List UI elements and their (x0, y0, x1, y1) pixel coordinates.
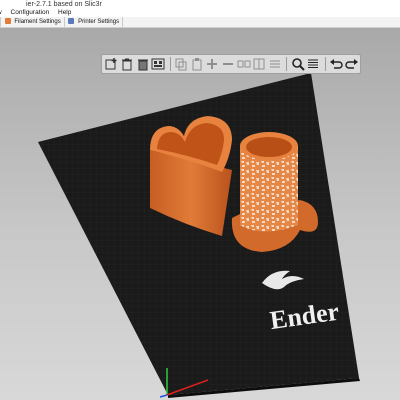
menu-item-configuration[interactable]: Configuration (11, 9, 50, 16)
tab-print-settings[interactable]: ings (0, 17, 2, 27)
layers-list-icon (308, 59, 319, 68)
arrange-button[interactable] (151, 56, 166, 72)
arrange-icon (151, 58, 165, 70)
split-objects-icon (237, 60, 251, 68)
window-title-bar: ier-2.7.1 based on Slic3r (0, 0, 400, 9)
3d-viewport[interactable]: Ender (0, 28, 400, 400)
add-object-button[interactable] (104, 56, 119, 72)
settings-tab-bar: ings Filament Settings Printer Settings (0, 17, 400, 28)
add-instance-button[interactable] (205, 56, 220, 72)
toolbar-separator (286, 57, 288, 71)
copy-icon (175, 58, 187, 71)
copy-button[interactable] (174, 56, 189, 72)
remove-instance-button[interactable] (221, 56, 236, 72)
cylinder-planter-inside (246, 137, 292, 157)
redo-button[interactable] (344, 56, 359, 72)
add-object-icon (105, 58, 117, 70)
printer-icon (68, 18, 75, 25)
plater-toolbar (101, 54, 361, 74)
split-objects-button[interactable] (236, 56, 251, 72)
undo-button[interactable] (329, 56, 344, 72)
delete-button[interactable] (120, 56, 135, 72)
window-title: ier-2.7.1 based on Slic3r (26, 1, 102, 8)
search-button[interactable] (290, 56, 305, 72)
tab-filament-settings[interactable]: Filament Settings (3, 17, 65, 27)
spool-icon (4, 18, 11, 25)
delete-all-button[interactable] (135, 56, 150, 72)
search-icon (291, 58, 305, 71)
3d-scene[interactable]: Ender (0, 28, 400, 400)
toolbar-separator (324, 57, 326, 71)
menu-item-window[interactable]: w (0, 9, 2, 16)
menu-bar: w Configuration Help (0, 9, 400, 17)
add-instance-icon (207, 59, 218, 69)
delete-icon (122, 58, 133, 71)
split-parts-icon (253, 58, 265, 70)
tab-filament-settings-label: Filament Settings (14, 19, 61, 25)
z-axis-indicator (159, 394, 168, 398)
remove-instance-icon (223, 63, 234, 65)
tab-printer-settings-label: Printer Settings (78, 19, 120, 25)
menu-item-help[interactable]: Help (58, 9, 71, 16)
undo-icon (329, 59, 343, 69)
paste-button[interactable] (189, 56, 204, 72)
delete-all-icon (137, 59, 148, 71)
layers-editing-button[interactable] (268, 56, 283, 72)
layers-list-button[interactable] (306, 56, 321, 72)
paste-icon (192, 58, 202, 71)
tab-printer-settings[interactable]: Printer Settings (66, 17, 124, 27)
toolbar-separator (169, 57, 171, 71)
split-parts-button[interactable] (252, 56, 267, 72)
layers-editing-icon (270, 60, 281, 68)
redo-icon (344, 59, 358, 69)
